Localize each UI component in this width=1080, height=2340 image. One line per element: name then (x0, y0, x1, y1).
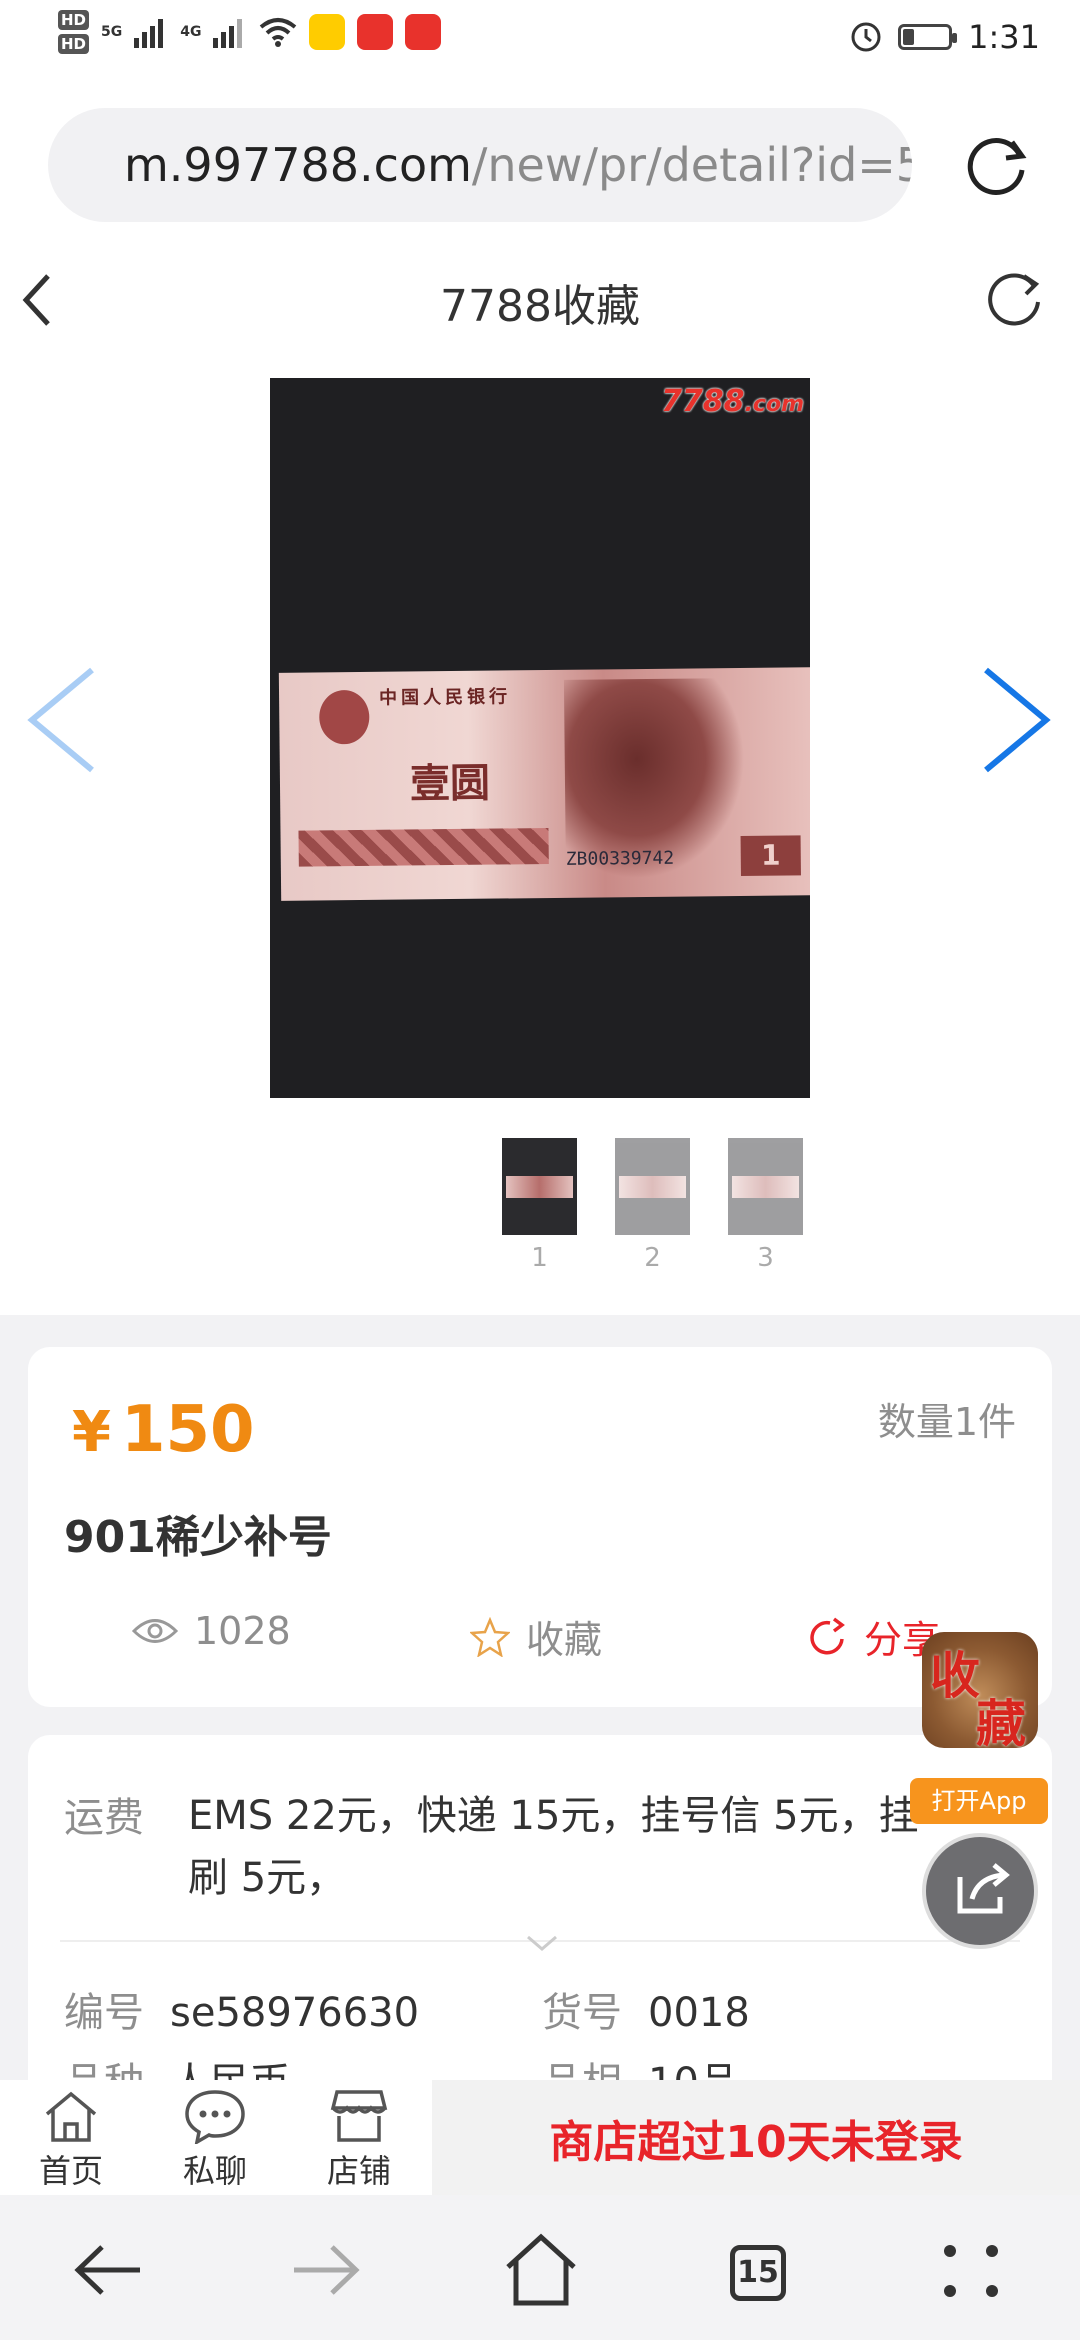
tabs-button[interactable]: 15 (710, 2225, 800, 2315)
next-image-arrow-icon[interactable] (976, 650, 1056, 790)
notification-app-icon (405, 14, 442, 50)
banknote-digit: 1 (740, 835, 801, 877)
page-title: 7788收藏 (440, 281, 640, 332)
notification-app-icon (357, 14, 394, 50)
reload-icon[interactable] (958, 124, 1038, 204)
banknote-value: 壹圆 (409, 760, 491, 808)
home-icon (45, 2091, 97, 2142)
url-path: /new/pr/detail?id=5 (471, 138, 912, 192)
national-emblem-icon (319, 689, 370, 745)
shipping-label: 运费 (64, 1795, 144, 1841)
badge-char: 收 (930, 1647, 980, 1705)
thumbnail[interactable]: 1 (502, 1138, 577, 1273)
status-time: 1:31 (968, 18, 1040, 56)
quantity-label: 数量1件 (877, 1400, 1016, 1444)
thumbnail-strip: 1 2 3 (502, 1138, 803, 1273)
thumbnail[interactable]: 2 (615, 1138, 690, 1273)
views-value: 1028 (194, 1609, 291, 1653)
battery-icon (898, 24, 958, 50)
thumbnail-number: 3 (757, 1243, 774, 1273)
refresh-icon[interactable] (986, 266, 1046, 330)
product-title: 901稀少补号 (64, 1512, 332, 1563)
badge-char: 藏 (976, 1695, 1026, 1748)
signal-5g-label: 5G (101, 24, 123, 40)
browser-back-icon[interactable] (64, 2225, 154, 2315)
battery-level (903, 29, 915, 45)
price: ¥150 (72, 1393, 255, 1467)
code-row: 编号 se58976630 (64, 1980, 419, 2038)
thumbnail-number: 1 (531, 1243, 548, 1273)
tab-count: 15 (730, 2245, 786, 2301)
open-app-button[interactable]: 打开App (910, 1778, 1048, 1824)
previous-image-arrow-icon[interactable] (22, 650, 102, 790)
home-button[interactable]: 首页 (16, 2088, 126, 2192)
chat-label: 私聊 (182, 2152, 247, 2190)
page-header: 7788收藏 (0, 240, 1080, 360)
star-icon (470, 1616, 510, 1657)
price-value: 150 (120, 1393, 255, 1467)
wifi-icon (260, 18, 297, 47)
banknote-serial: ZB00339742 (565, 847, 675, 870)
thumbnail[interactable]: 3 (728, 1138, 803, 1273)
signal-bars-icon (213, 19, 243, 48)
signal-bars-icon (134, 19, 164, 48)
product-photo[interactable]: 7788.com 中国人民银行 壹圆 ZB00339742 1 (270, 378, 810, 1098)
signal-4g-label: 4G (180, 24, 202, 40)
shop-button[interactable]: 店铺 (304, 2088, 414, 2192)
store-icon (330, 2090, 388, 2142)
collection-app-badge[interactable]: 收 藏 (922, 1632, 1038, 1748)
more-menu-icon[interactable] (926, 2225, 1016, 2315)
url-text[interactable]: m.997788.com/new/pr/detail?id=5 (124, 138, 912, 192)
favorite-button[interactable]: 收藏 (470, 1609, 602, 1664)
views-count: 1028 (132, 1609, 291, 1653)
thumbnail-image (502, 1138, 577, 1235)
shop-label: 店铺 (326, 2152, 391, 2190)
notification-app-icon (309, 14, 346, 50)
home-label: 首页 (38, 2152, 103, 2190)
bottom-action-bar: 首页 私聊 店铺 商店超过10天未登录 (0, 2080, 1080, 2195)
image-gallery: 7788.com 中国人民银行 壹圆 ZB00339742 1 1 2 3 (0, 360, 1080, 1315)
code-value: se58976630 (170, 1990, 420, 2036)
browser-navigation-bar: 15 (0, 2195, 1080, 2340)
shop-inactive-notice: 商店超过10天未登录 (432, 2080, 1080, 2195)
hd-indicators: HD HD (58, 10, 90, 54)
thumbnail-number: 2 (644, 1243, 661, 1273)
banknote-pattern (298, 828, 549, 867)
hd2-label: HD (58, 34, 90, 54)
chat-button[interactable]: 私聊 (160, 2088, 270, 2192)
share-arrow-icon (957, 1863, 1010, 1914)
hd1-label: HD (58, 10, 90, 30)
currency-symbol: ¥ (72, 1400, 111, 1465)
watermark-text: 7788 (661, 384, 745, 419)
share-icon (810, 1617, 845, 1654)
alarm-icon (851, 22, 881, 52)
shipping-text: EMS 22元，快递 15元，挂号信 5元，挂刷 5元， (188, 1793, 919, 1901)
browser-forward-icon[interactable] (280, 2225, 370, 2315)
item-no-row: 货号 0018 (542, 1980, 750, 2038)
item-no-label: 货号 (542, 1990, 622, 2036)
share-button[interactable]: 分享 (808, 1609, 940, 1664)
banknote: 中国人民银行 壹圆 ZB00339742 1 (278, 667, 810, 901)
share-fab-button[interactable] (922, 1833, 1038, 1949)
watermark: 7788.com (661, 384, 804, 419)
eye-icon (132, 1619, 178, 1643)
thumbnail-image (728, 1138, 803, 1235)
code-label: 编号 (64, 1990, 144, 2036)
watermark-suffix: .com (744, 392, 804, 417)
price-card: ¥150 数量1件 901稀少补号 1028 收藏 分享 (28, 1347, 1052, 1707)
banknote-issuer: 中国人民银行 (378, 686, 512, 709)
url-domain: m.997788.com (124, 138, 472, 192)
thumbnail-image (615, 1138, 690, 1235)
chat-bubble-icon (185, 2090, 245, 2144)
shipping-card: 运费 EMS 22元，快递 15元，挂号信 5元，挂刷 5元， 编号 se5897… (28, 1735, 1052, 2106)
chevron-down-icon[interactable] (522, 1931, 562, 1955)
status-bar: HD HD 5G 4G 1:31 (0, 0, 1080, 80)
favorite-label: 收藏 (526, 1618, 603, 1662)
address-bar[interactable]: m.997788.com/new/pr/detail?id=5 (48, 108, 912, 222)
browser-home-icon[interactable] (496, 2225, 586, 2315)
product-stats: 1028 收藏 分享 (28, 1609, 1052, 1669)
product-details: ¥150 数量1件 901稀少补号 1028 收藏 分享 运费 EMS 22元，… (0, 1315, 1080, 2106)
item-no-value: 0018 (648, 1990, 750, 2036)
